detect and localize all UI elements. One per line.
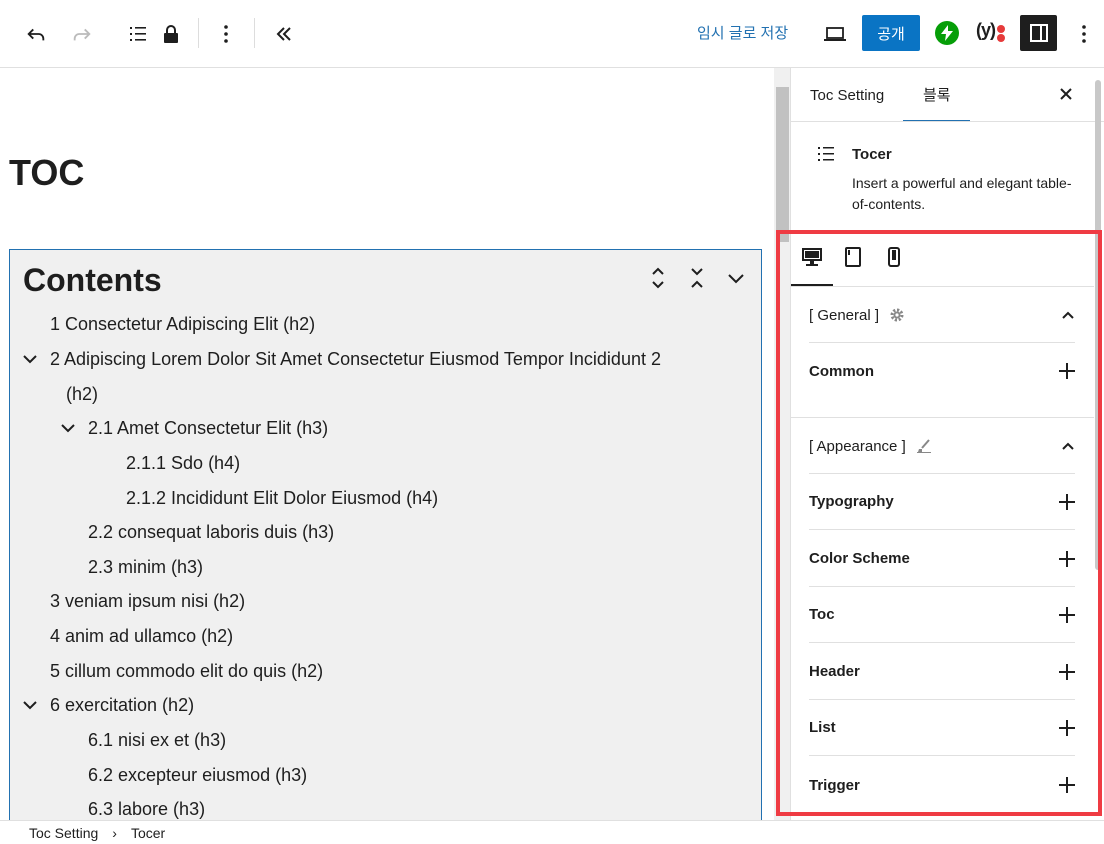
tab-toc-setting[interactable]: Toc Setting — [810, 68, 884, 122]
toc-item[interactable]: 2.1.2 Incididunt Elit Dolor Eiusmod (h4) — [126, 488, 438, 509]
redo-button[interactable] — [68, 14, 96, 54]
close-sidebar-button[interactable] — [1057, 85, 1075, 108]
vertical-ellipsis-icon — [224, 25, 228, 43]
toc-block[interactable]: Contents 1 Consectetur Adipiscing Elit (… — [9, 249, 762, 820]
breadcrumb-separator: › — [112, 824, 117, 841]
canvas-scrollbar-thumb[interactable] — [776, 87, 789, 242]
toc-item[interactable]: 2.2 consequat laboris duis (h3) — [88, 522, 334, 543]
toc-block-icon — [818, 147, 834, 161]
editor-toolbar: 임시 글로 저장 공개 (y) — [0, 0, 1104, 68]
collapse-toolbar-button[interactable] — [272, 14, 296, 54]
toggle-toc-button[interactable] — [724, 266, 748, 290]
list-view-button[interactable] — [126, 14, 150, 54]
sidebar-panel-icon — [1029, 24, 1048, 42]
highlight-frame — [776, 230, 1102, 816]
vertical-ellipsis-icon — [1082, 25, 1086, 43]
breadcrumb-item[interactable]: Toc Setting — [29, 825, 98, 841]
undo-icon — [27, 28, 45, 41]
laptop-icon — [824, 27, 846, 41]
chevron-down-icon[interactable] — [22, 697, 38, 713]
toc-item[interactable]: 1 Consectetur Adipiscing Elit (h2) — [50, 314, 315, 335]
jetpack-button[interactable] — [935, 21, 959, 45]
collapse-icon — [691, 268, 703, 288]
toc-item[interactable]: 2 Adipiscing Lorem Dolor Sit Amet Consec… — [50, 349, 661, 370]
publish-button[interactable]: 공개 — [862, 15, 920, 51]
toc-heading: Contents — [23, 262, 162, 298]
expand-icon — [652, 267, 664, 289]
jetpack-bolt-icon — [941, 25, 953, 41]
toc-item[interactable]: 2.3 minim (h3) — [88, 557, 203, 578]
toc-item[interactable]: 5 cillum commodo elit do quis (h2) — [50, 661, 323, 682]
more-options-button[interactable] — [216, 14, 236, 54]
save-draft-button[interactable]: 임시 글로 저장 — [697, 22, 788, 43]
toc-item[interactable]: 6.1 nisi ex et (h3) — [88, 730, 226, 751]
toc-item[interactable]: 2.1 Amet Consectetur Elit (h3) — [88, 418, 328, 439]
tab-block[interactable]: 블록 — [903, 68, 970, 122]
lock-icon — [164, 25, 178, 43]
options-menu-button[interactable] — [1076, 14, 1092, 54]
chevron-down-icon[interactable] — [22, 351, 38, 367]
toc-item[interactable]: 4 anim ad ullamco (h2) — [50, 626, 233, 647]
toc-item[interactable]: 3 veniam ipsum nisi (h2) — [50, 591, 245, 612]
preview-button[interactable] — [822, 14, 848, 54]
yoast-status-dot — [997, 34, 1005, 42]
toc-item[interactable]: 6.3 labore (h3) — [88, 799, 205, 820]
undo-button[interactable] — [22, 14, 50, 54]
list-view-icon — [130, 27, 146, 41]
settings-sidebar-toggle[interactable] — [1020, 15, 1057, 51]
toolbar-divider — [198, 18, 199, 48]
breadcrumb: Toc Setting › Tocer — [0, 820, 1104, 844]
block-description: Insert a powerful and elegant table-of-c… — [852, 175, 1072, 212]
expand-all-button[interactable] — [646, 266, 670, 290]
chevron-down-icon — [728, 274, 744, 284]
breadcrumb-item[interactable]: Tocer — [131, 825, 165, 841]
editor-canvas[interactable]: TOC Contents 1 Consectetur Adipiscing El… — [0, 68, 774, 820]
chevron-down-icon[interactable] — [60, 420, 76, 436]
yoast-letter: y — [981, 20, 991, 40]
collapse-all-button[interactable] — [685, 266, 709, 290]
block-name: Tocer — [852, 146, 892, 163]
lock-button[interactable] — [160, 14, 182, 54]
toc-item-wrap[interactable]: (h2) — [66, 384, 98, 405]
toc-item[interactable]: 6.2 excepteur eiusmod (h3) — [88, 765, 307, 786]
toc-item[interactable]: 6 exercitation (h2) — [50, 695, 194, 716]
close-icon — [1060, 88, 1072, 100]
toolbar-divider — [254, 18, 255, 48]
redo-icon — [73, 28, 91, 41]
post-title[interactable]: TOC — [9, 152, 84, 194]
sidebar-divider — [791, 121, 1104, 122]
yoast-seo-button[interactable]: (y) — [976, 20, 996, 41]
toc-item[interactable]: 2.1.1 Sdo (h4) — [126, 453, 240, 474]
yoast-status-dot — [997, 25, 1005, 33]
double-chevron-left-icon — [276, 27, 291, 41]
